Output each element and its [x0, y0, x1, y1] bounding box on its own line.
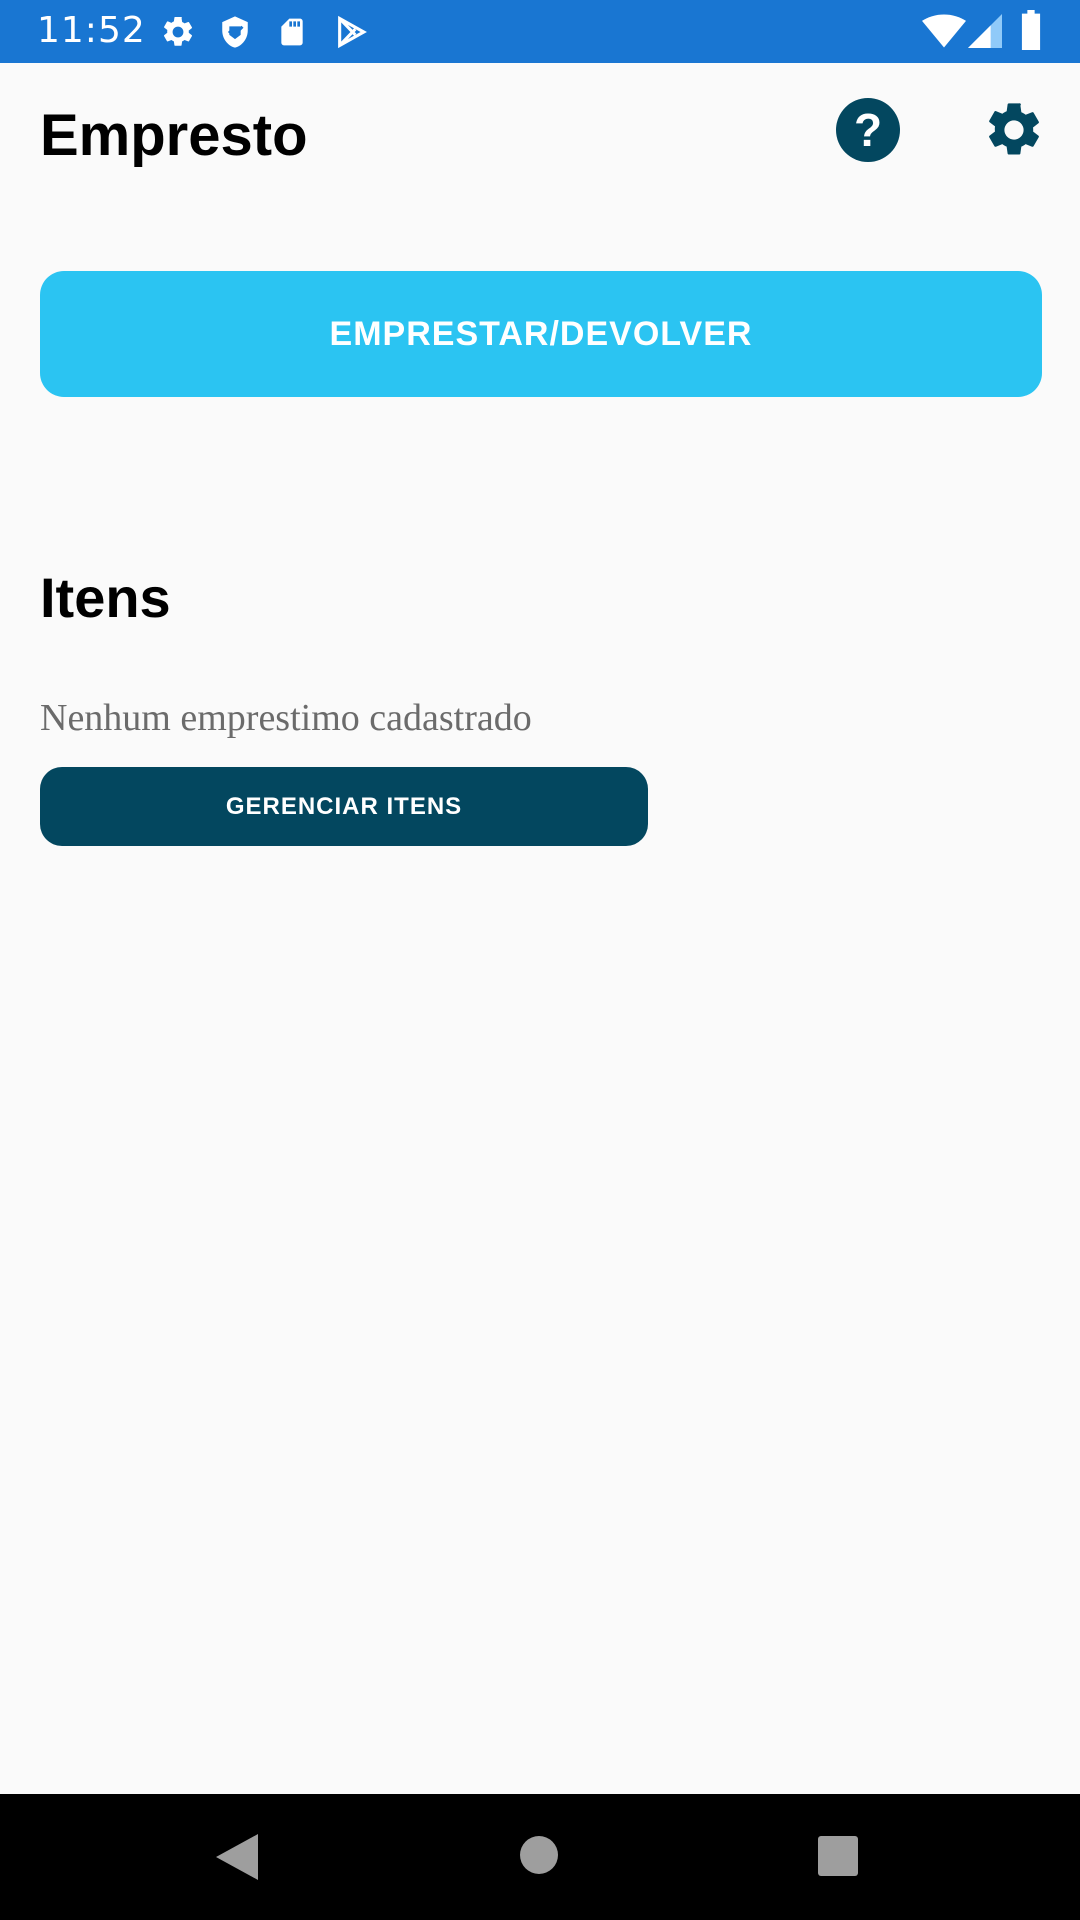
home-icon[interactable]	[520, 1836, 558, 1879]
play-store-icon	[334, 14, 368, 50]
navigation-bar	[0, 1794, 1080, 1920]
gear-icon	[982, 103, 1046, 166]
app-title: Empresto	[40, 103, 308, 168]
status-time: 11:52	[37, 10, 146, 51]
gear-icon	[160, 14, 196, 50]
lend-return-button[interactable]: EMPRESTAR/DEVOLVER	[40, 271, 1042, 397]
manage-items-button[interactable]: GERENCIAR ITENS	[40, 767, 648, 846]
help-button[interactable]: ?	[836, 98, 900, 162]
section-title: Itens	[40, 566, 171, 629]
battery-icon	[1020, 10, 1042, 50]
settings-button[interactable]	[982, 98, 1046, 162]
recents-icon[interactable]	[818, 1836, 858, 1881]
shield-icon	[218, 14, 252, 50]
status-bar: 11:52	[0, 0, 1080, 63]
question-mark-icon: ?	[853, 104, 883, 156]
wifi-icon	[922, 14, 966, 48]
empty-state-message: Nenhum emprestimo cadastrado	[40, 697, 532, 739]
back-icon[interactable]	[216, 1834, 258, 1885]
signal-icon	[968, 14, 1002, 48]
sd-card-icon	[276, 14, 308, 50]
